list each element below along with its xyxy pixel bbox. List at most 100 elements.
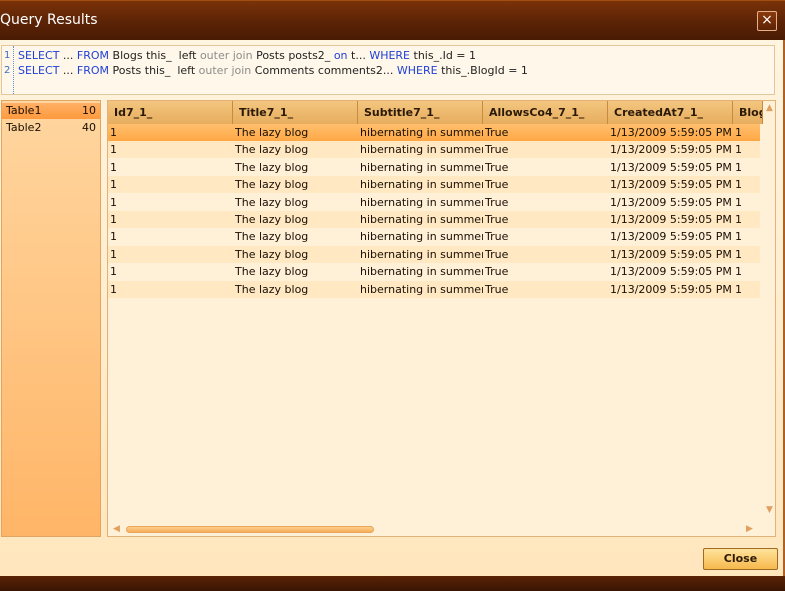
sql-line: SELECT ... FROM Posts this_ left outer j… (18, 64, 528, 77)
vertical-scrollbar[interactable]: ▲ ▼ (763, 101, 775, 523)
table-cell: 1 (110, 247, 117, 261)
table-row[interactable]: 1 The lazy blog hibernating in summer True 1… (108, 141, 760, 159)
table-cell: True (485, 143, 509, 157)
content-area: 12 SELECT ... FROM Blogs this_ left oute… (0, 40, 785, 576)
scroll-up-icon[interactable]: ▲ (766, 103, 773, 113)
table-cell: 1 (735, 143, 742, 157)
table-cell: 1/13/2009 5:59:05 PM (610, 282, 732, 296)
table-cell: 1/13/2009 5:59:05 PM (610, 247, 732, 261)
table-row[interactable]: 1 The lazy blog hibernating in summer True 1… (108, 245, 760, 263)
table-row-count: 40 (82, 121, 96, 134)
table-cell: 1 (735, 195, 742, 209)
table-row-count: 10 (82, 104, 96, 117)
sql-text: this_.Id = 1 (410, 49, 477, 62)
sql-line: SELECT ... FROM Blogs this_ left outer j… (18, 49, 476, 62)
column-header[interactable]: Title7_1_ (233, 101, 358, 124)
table-cell: 1 (110, 160, 117, 174)
table-list-item[interactable]: Table2 40 (2, 120, 100, 136)
sql-text: t... (347, 49, 370, 62)
column-header[interactable]: Id7_1_ (108, 101, 233, 124)
table-cell: 1 (735, 247, 742, 261)
table-cell: True (485, 230, 509, 244)
table-row[interactable]: 1 The lazy blog hibernating in summer True 1… (108, 211, 760, 228)
window-close-icon[interactable]: × (757, 11, 777, 31)
sql-text: Posts posts2_ (252, 49, 334, 62)
table-row[interactable]: 1 The lazy blog hibernating in summer True 1… (108, 176, 760, 194)
table-cell: 1 (110, 178, 117, 192)
table-cell: hibernating in summer (360, 230, 483, 244)
table-cell: 1 (735, 265, 742, 279)
table-cell: The lazy blog (235, 178, 309, 192)
sql-keyword: outer join (198, 64, 252, 77)
table-cell: 1 (735, 178, 742, 192)
table-row[interactable]: 1 The lazy blog hibernating in summer True 1… (108, 159, 760, 176)
results-grid: Id7_1_ Title7_1_ Subtitle7_1_ AllowsCo4_7_1… (107, 100, 776, 537)
table-cell: hibernating in summer (360, 195, 483, 209)
table-row[interactable]: 1 The lazy blog hibernating in summer True 1… (108, 194, 760, 211)
scroll-down-icon[interactable]: ▼ (766, 505, 773, 515)
table-cell: True (485, 160, 509, 174)
horizontal-scrollbar[interactable]: ◀ ▶ (108, 523, 763, 536)
table-cell: True (485, 178, 509, 192)
column-header[interactable]: Blog (733, 101, 763, 124)
table-cell: The lazy blog (235, 265, 309, 279)
sql-keyword: FROM (76, 49, 110, 62)
table-cell: 1 (110, 230, 117, 244)
table-cell: hibernating in summer (360, 160, 483, 174)
table-cell: 1 (110, 213, 117, 226)
sql-keyword: FROM (76, 64, 110, 77)
table-cell: hibernating in summer (360, 126, 483, 139)
sql-keyword: WHERE (369, 49, 411, 62)
scroll-left-icon[interactable]: ◀ (113, 524, 120, 534)
table-row[interactable]: 1 The lazy blog hibernating in summer True 1… (108, 228, 760, 245)
table-row[interactable]: 1 The lazy blog hibernating in summer True 1… (108, 263, 760, 280)
column-header[interactable]: CreatedAt7_1_ (608, 101, 733, 124)
table-cell: 1 (735, 282, 742, 296)
sql-text: Posts this_ left (109, 64, 199, 77)
table-cell: 1/13/2009 5:59:05 PM (610, 160, 732, 174)
table-cell: 1 (735, 126, 742, 139)
table-cell: True (485, 265, 509, 279)
scroll-right-icon[interactable]: ▶ (746, 524, 753, 534)
table-cell: hibernating in summer (360, 247, 483, 261)
table-cell: The lazy blog (235, 195, 309, 209)
sql-text: Comments comments2... (251, 64, 397, 77)
table-cell: The lazy blog (235, 230, 309, 244)
table-cell: 1 (110, 195, 117, 209)
table-cell: hibernating in summer (360, 265, 483, 279)
table-row[interactable]: 1 The lazy blog hibernating in summer True 1… (108, 280, 760, 298)
table-cell: 1/13/2009 5:59:05 PM (610, 143, 732, 157)
table-row[interactable]: 1 The lazy blog hibernating in summer True 1… (108, 124, 760, 141)
horizontal-scroll-thumb[interactable] (126, 526, 374, 533)
table-list-item[interactable]: Table1 10 (2, 103, 100, 119)
table-cell: 1/13/2009 5:59:05 PM (610, 195, 732, 209)
sql-text: ... (59, 64, 77, 77)
table-cell: True (485, 282, 509, 296)
table-cell: The lazy blog (235, 126, 309, 139)
sql-keyword: WHERE (396, 64, 438, 77)
query-results-window: Query Results × 12 SELECT ... FROM Blogs… (0, 0, 785, 591)
window-bottom-border (0, 576, 785, 591)
table-cell: True (485, 213, 509, 226)
table-cell: hibernating in summer (360, 213, 483, 226)
table-cell: 1/13/2009 5:59:05 PM (610, 230, 732, 244)
table-cell: 1/13/2009 5:59:05 PM (610, 126, 732, 139)
window-title: Query Results (0, 12, 98, 28)
table-cell: True (485, 126, 509, 139)
sql-text: ... (59, 49, 77, 62)
table-cell: 1 (110, 282, 117, 296)
sql-editor[interactable]: 12 SELECT ... FROM Blogs this_ left oute… (1, 45, 775, 95)
sql-keyword: SELECT (18, 49, 60, 62)
sql-text: this_.BlogId = 1 (437, 64, 528, 77)
table-name: Table2 (6, 121, 42, 134)
column-header[interactable]: AllowsCo4_7_1_ (483, 101, 608, 124)
sql-keyword: SELECT (18, 64, 60, 77)
table-cell: 1/13/2009 5:59:05 PM (610, 213, 732, 226)
table-cell: True (485, 247, 509, 261)
close-button[interactable]: Close (703, 548, 778, 570)
table-cell: hibernating in summer (360, 143, 483, 157)
line-number: 1 (4, 50, 11, 61)
table-cell: 1 (735, 230, 742, 244)
column-header[interactable]: Subtitle7_1_ (358, 101, 483, 124)
sql-text: Blogs this_ left (109, 49, 200, 62)
